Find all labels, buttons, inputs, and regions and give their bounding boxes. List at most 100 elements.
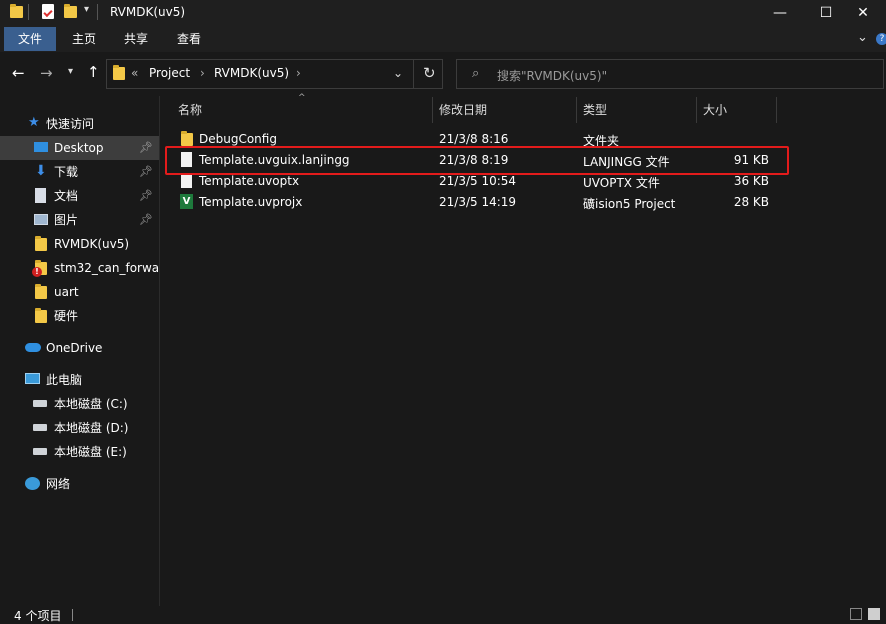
file-modified: 21/3/5 14:19: [439, 195, 517, 209]
tab-view[interactable]: 查看: [165, 27, 213, 51]
sidebar-item-desktop[interactable]: Desktop 📌︎: [0, 136, 159, 160]
highlight-box: [165, 146, 789, 175]
folder-icon: [181, 131, 193, 146]
sidebar-item-label: RVMDK(uv5): [54, 237, 130, 251]
pin-icon[interactable]: 📌︎: [139, 160, 153, 184]
drive-icon: [33, 400, 47, 407]
folder-icon: [10, 4, 23, 18]
drive-icon: [33, 424, 47, 431]
file-modified: 21/3/5 10:54: [439, 174, 517, 188]
column-divider[interactable]: [776, 97, 777, 123]
search-placeholder[interactable]: 搜索"RVMDK(uv5)": [497, 67, 607, 84]
picture-icon: [34, 214, 48, 225]
close-button[interactable]: ✕: [840, 0, 886, 26]
column-header-modified[interactable]: 修改日期: [439, 97, 487, 123]
breadcrumb-project[interactable]: Project: [149, 66, 190, 80]
divider: [72, 609, 73, 621]
sidebar-item-label: 本地磁盘 (C:): [54, 397, 128, 411]
file-row[interactable]: Template.uvoptx 21/3/5 10:54 UVOPTX 文件 3…: [166, 172, 786, 193]
breadcrumb-overflow[interactable]: «: [131, 66, 138, 80]
help-icon[interactable]: ?: [876, 33, 886, 45]
sidebar-item-label: OneDrive: [46, 341, 103, 355]
sidebar-item-network[interactable]: 网络: [0, 472, 159, 496]
pin-icon[interactable]: 📌︎: [139, 136, 153, 160]
sort-ascending-icon: ^: [298, 93, 306, 103]
recent-locations-icon[interactable]: ▾: [68, 66, 73, 77]
file-name: DebugConfig: [199, 132, 277, 146]
uvision-project-icon: V: [180, 194, 193, 209]
column-header-size[interactable]: 大小: [703, 97, 727, 123]
folder-warning-icon: !: [32, 260, 47, 277]
sidebar-item-downloads[interactable]: ⬇ 下载 📌︎: [0, 160, 159, 184]
sidebar-item-label: Desktop: [54, 141, 104, 155]
up-arrow-icon[interactable]: ↑: [87, 63, 100, 81]
sidebar-item-label: 本地磁盘 (D:): [54, 421, 129, 435]
sidebar-item-drive-e[interactable]: 本地磁盘 (E:): [0, 440, 159, 464]
sidebar-item-label: 网络: [46, 477, 71, 491]
sidebar-item-label: 硬件: [54, 309, 79, 323]
large-icons-view-icon[interactable]: [868, 608, 880, 620]
search-icon: ⌕: [472, 66, 480, 81]
pin-icon[interactable]: 📌︎: [139, 184, 153, 208]
desktop-icon: [34, 142, 48, 152]
sidebar-item-label: 文档: [54, 189, 79, 203]
window-title: RVMDK(uv5): [110, 5, 186, 19]
document-icon: [35, 188, 46, 203]
sidebar-item-documents[interactable]: 文档 📌︎: [0, 184, 159, 208]
file-name: Template.uvoptx: [199, 174, 300, 188]
sidebar-item-rvmdk[interactable]: RVMDK(uv5): [0, 232, 159, 256]
back-arrow-icon[interactable]: ←: [12, 64, 25, 82]
details-view-icon[interactable]: [850, 608, 862, 620]
column-divider[interactable]: [432, 97, 433, 123]
address-dropdown-icon[interactable]: ⌄: [393, 66, 403, 80]
sidebar-item-label: 此电脑: [46, 373, 83, 387]
download-icon: ⬇: [35, 163, 47, 179]
new-folder-icon[interactable]: [64, 4, 77, 18]
sidebar-item-label: 图片: [54, 213, 79, 227]
sidebar-item-stm32[interactable]: ! stm32_can_forwar: [0, 256, 159, 280]
sidebar-item-label: uart: [54, 285, 79, 299]
quick-access-dropdown-icon[interactable]: ▾: [84, 4, 89, 15]
file-icon: [181, 173, 192, 188]
star-icon: ★: [28, 115, 40, 130]
sidebar-item-pictures[interactable]: 图片 📌︎: [0, 208, 159, 232]
refresh-icon[interactable]: ↻: [423, 64, 436, 82]
file-row[interactable]: V Template.uvprojx 21/3/5 14:19 礦ision5 …: [166, 193, 786, 214]
sidebar-item-hardware[interactable]: 硬件: [0, 304, 159, 328]
folder-icon: [35, 308, 47, 323]
file-type: UVOPTX 文件: [583, 176, 660, 190]
file-modified: 21/3/8 8:16: [439, 132, 509, 146]
sidebar-item-label: stm32_can_forwar: [54, 261, 159, 275]
quick-access-label: 快速访问: [46, 117, 95, 131]
item-count: 4 个项目: [14, 609, 62, 623]
sidebar-item-drive-d[interactable]: 本地磁盘 (D:): [0, 416, 159, 440]
forward-arrow-icon[interactable]: →: [40, 64, 53, 82]
properties-icon[interactable]: [42, 4, 54, 19]
column-header-name[interactable]: 名称: [178, 97, 202, 123]
column-header-type[interactable]: 类型: [583, 97, 607, 123]
file-size: 36 KB: [733, 174, 769, 188]
tab-file[interactable]: 文件: [4, 27, 57, 51]
computer-icon: [25, 373, 40, 384]
minimize-button[interactable]: —: [757, 0, 803, 26]
breadcrumb-separator-icon[interactable]: ›: [200, 66, 205, 80]
sidebar-item-uart[interactable]: uart: [0, 280, 159, 304]
sidebar-item-drive-c[interactable]: 本地磁盘 (C:): [0, 392, 159, 416]
sidebar-item-onedrive[interactable]: OneDrive: [0, 336, 159, 360]
column-divider[interactable]: [696, 97, 697, 123]
quick-access[interactable]: ★ 快速访问: [0, 112, 159, 136]
ribbon-expand-icon[interactable]: ⌄: [857, 30, 868, 45]
breadcrumb-rvmdk[interactable]: RVMDK(uv5): [214, 66, 289, 80]
divider: [97, 4, 98, 20]
divider: [413, 59, 414, 89]
tab-home[interactable]: 主页: [60, 27, 108, 51]
sidebar-item-label: 本地磁盘 (E:): [54, 445, 127, 459]
drive-icon: [33, 448, 47, 455]
sidebar-item-this-pc[interactable]: 此电脑: [0, 368, 159, 392]
folder-icon: [35, 284, 47, 299]
column-divider[interactable]: [576, 97, 577, 123]
breadcrumb-separator-icon[interactable]: ›: [296, 66, 301, 80]
network-icon: [25, 477, 40, 490]
pin-icon[interactable]: 📌︎: [139, 208, 153, 232]
tab-share[interactable]: 共享: [112, 27, 160, 51]
